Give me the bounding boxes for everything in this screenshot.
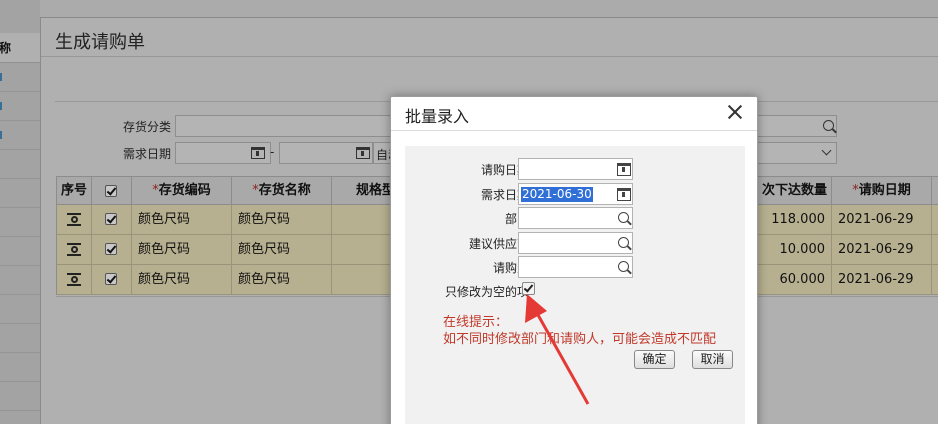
row-select-cell[interactable]: [92, 205, 132, 235]
col-qty: 次下达数量: [757, 177, 832, 205]
cell-name[interactable]: 颜色尺码: [232, 205, 332, 235]
cell-qty[interactable]: 60.000: [757, 265, 832, 295]
search-icon[interactable]: [618, 261, 629, 272]
dept-label: 部门: [504, 212, 529, 226]
row-settings-cell[interactable]: [57, 205, 92, 235]
dept-input[interactable]: [518, 207, 633, 229]
search-icon[interactable]: [618, 237, 629, 248]
cell-qty[interactable]: 10.000: [757, 235, 832, 265]
need-date-input[interactable]: 2021-06-30: [518, 183, 633, 205]
cell-code[interactable]: 颜色尺码: [132, 265, 232, 295]
cell-name[interactable]: 颜色尺码: [232, 235, 332, 265]
cell-qty[interactable]: 118.000: [757, 205, 832, 235]
cell-date[interactable]: 2021-06-29: [832, 265, 932, 295]
dialog-body: 请购日期 需求日期 2021-06-30 部门 建议供应商 请购人 只修改为空的…: [405, 146, 745, 424]
cell-code[interactable]: 颜色尺码: [132, 205, 232, 235]
divider: [391, 130, 757, 131]
need-date-label: 需求日期: [123, 147, 172, 161]
col-date: *请购日期: [832, 177, 932, 205]
col-index: 序号: [57, 177, 92, 205]
row-settings-cell[interactable]: [57, 265, 92, 295]
calendar-icon[interactable]: [251, 147, 265, 159]
cancel-button[interactable]: 取消: [692, 350, 733, 369]
need-date-label: 需求日期: [480, 188, 529, 202]
request-date-input[interactable]: [518, 158, 633, 180]
col-spec: 规格型: [332, 177, 392, 205]
only-empty-checkbox[interactable]: [522, 282, 535, 295]
supplier-label: 建议供应商: [468, 237, 529, 251]
link-marker: [0, 131, 2, 139]
left-list-row[interactable]: [0, 150, 40, 179]
search-icon[interactable]: [823, 120, 834, 131]
dialog-title: 批量录入: [405, 107, 470, 126]
calendar-icon[interactable]: [356, 147, 370, 159]
cell-code[interactable]: 颜色尺码: [132, 235, 232, 265]
category-label: 存货分类: [123, 120, 172, 134]
batch-entry-dialog: 批量录入 请购日期 需求日期 2021-06-30 部门 建议供应商 请购人 只…: [390, 96, 758, 424]
settings-icon[interactable]: [67, 273, 81, 286]
need-date-to-input[interactable]: [279, 142, 373, 164]
row-select-cell[interactable]: [92, 235, 132, 265]
cell-spec[interactable]: [332, 265, 392, 295]
left-list-row[interactable]: [0, 208, 40, 237]
row-checkbox[interactable]: [105, 273, 117, 285]
row-select-cell[interactable]: [92, 265, 132, 295]
left-list-row[interactable]: [0, 382, 40, 411]
buyer-label: 请购人: [492, 261, 529, 275]
buyer-input[interactable]: [518, 256, 633, 278]
left-list-row[interactable]: [0, 266, 40, 295]
left-list-row[interactable]: [0, 121, 40, 150]
left-list-row[interactable]: [0, 353, 40, 382]
left-list-row[interactable]: [0, 324, 40, 353]
col-code: *存货编码: [132, 177, 232, 205]
cell-spec[interactable]: [332, 205, 392, 235]
select-all-checkbox[interactable]: [105, 185, 117, 197]
hint-text: 如不同时修改部门和请购人，可能会造成不匹配: [443, 332, 717, 347]
ok-button[interactable]: 确定: [634, 350, 675, 369]
chevron-down-icon[interactable]: [821, 145, 832, 156]
row-checkbox[interactable]: [105, 213, 117, 225]
cell-spec[interactable]: [332, 235, 392, 265]
search-icon[interactable]: [618, 212, 629, 223]
need-date-from-input[interactable]: [175, 142, 271, 164]
left-list-row[interactable]: [0, 63, 40, 92]
link-marker: [0, 73, 2, 81]
supplier-input[interactable]: [518, 232, 633, 254]
cell-date[interactable]: 2021-06-29: [832, 205, 932, 235]
request-date-label: 请购日期: [480, 163, 529, 177]
left-list-row[interactable]: [0, 179, 40, 208]
calendar-icon[interactable]: [617, 163, 631, 176]
date-range-separator: -: [270, 145, 275, 159]
left-list-row[interactable]: [0, 295, 40, 324]
settings-icon[interactable]: [67, 213, 81, 226]
close-icon[interactable]: [725, 102, 745, 122]
col-name: *存货名称: [232, 177, 332, 205]
cell-date[interactable]: 2021-06-29: [832, 235, 932, 265]
page-title: 生成请购单: [55, 32, 145, 53]
settings-icon[interactable]: [67, 243, 81, 256]
row-settings-cell[interactable]: [57, 235, 92, 265]
left-list-panel: 名称: [0, 0, 40, 424]
cell-name[interactable]: 颜色尺码: [232, 265, 332, 295]
link-marker: [0, 102, 2, 110]
need-date-value: 2021-06-30: [521, 187, 593, 202]
filter-select[interactable]: [757, 142, 837, 164]
only-empty-label: 只修改为空的项: [444, 285, 529, 299]
col-select-all[interactable]: [92, 177, 132, 205]
left-list-header: 名称: [0, 33, 40, 63]
calendar-icon[interactable]: [617, 188, 631, 201]
left-list-row[interactable]: [0, 237, 40, 266]
left-list-row[interactable]: [0, 92, 40, 121]
row-checkbox[interactable]: [105, 243, 117, 255]
divider: [41, 56, 938, 57]
